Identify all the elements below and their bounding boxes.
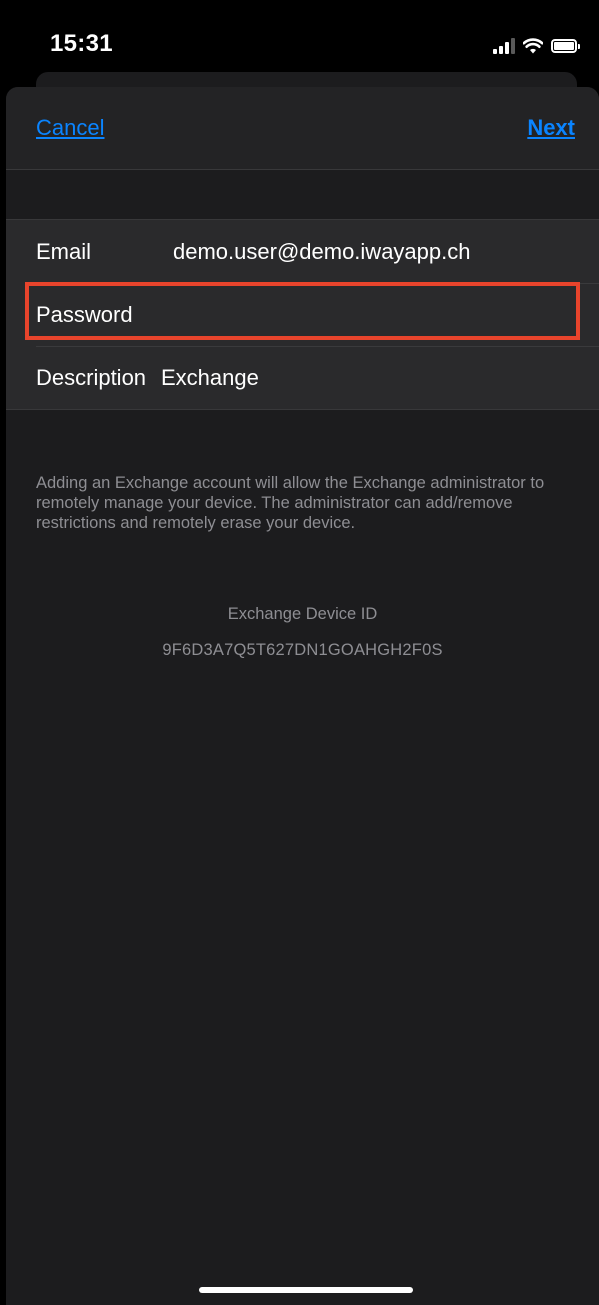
status-icons [493, 34, 580, 54]
description-field[interactable]: Exchange [161, 365, 259, 391]
exchange-info-text: Adding an Exchange account will allow th… [36, 474, 545, 532]
battery-icon [551, 39, 580, 53]
phone-screen: 15:31 Cancel Next Email demo.user@demo.i… [0, 0, 599, 1305]
cellular-signal-icon [493, 38, 515, 54]
email-label: Email [36, 238, 92, 264]
add-exchange-account-sheet: Cancel Next Email demo.user@demo.iwayapp… [6, 87, 599, 1305]
description-label: Description [36, 364, 147, 390]
email-row[interactable]: Email demo.user@demo.iwayapp.ch [6, 220, 599, 283]
account-form: Email demo.user@demo.iwayapp.ch Password… [6, 219, 599, 410]
password-label: Password [36, 301, 133, 327]
next-button[interactable]: Next [527, 115, 575, 141]
email-field[interactable]: demo.user@demo.iwayapp.ch [173, 239, 470, 265]
device-id-label: Exchange Device ID [227, 605, 378, 623]
wifi-icon [523, 38, 543, 54]
status-time: 15:31 [50, 30, 113, 57]
password-row[interactable]: Password [6, 283, 599, 346]
navigation-bar: Cancel Next [6, 87, 599, 170]
cancel-button[interactable]: Cancel [36, 115, 104, 141]
description-row[interactable]: Description Exchange [6, 346, 599, 409]
device-id-value: 9F6D3A7Q5T627DN1GOAHGH2F0S [162, 641, 443, 659]
status-bar: 15:31 [0, 0, 599, 70]
home-indicator[interactable] [199, 1287, 413, 1293]
